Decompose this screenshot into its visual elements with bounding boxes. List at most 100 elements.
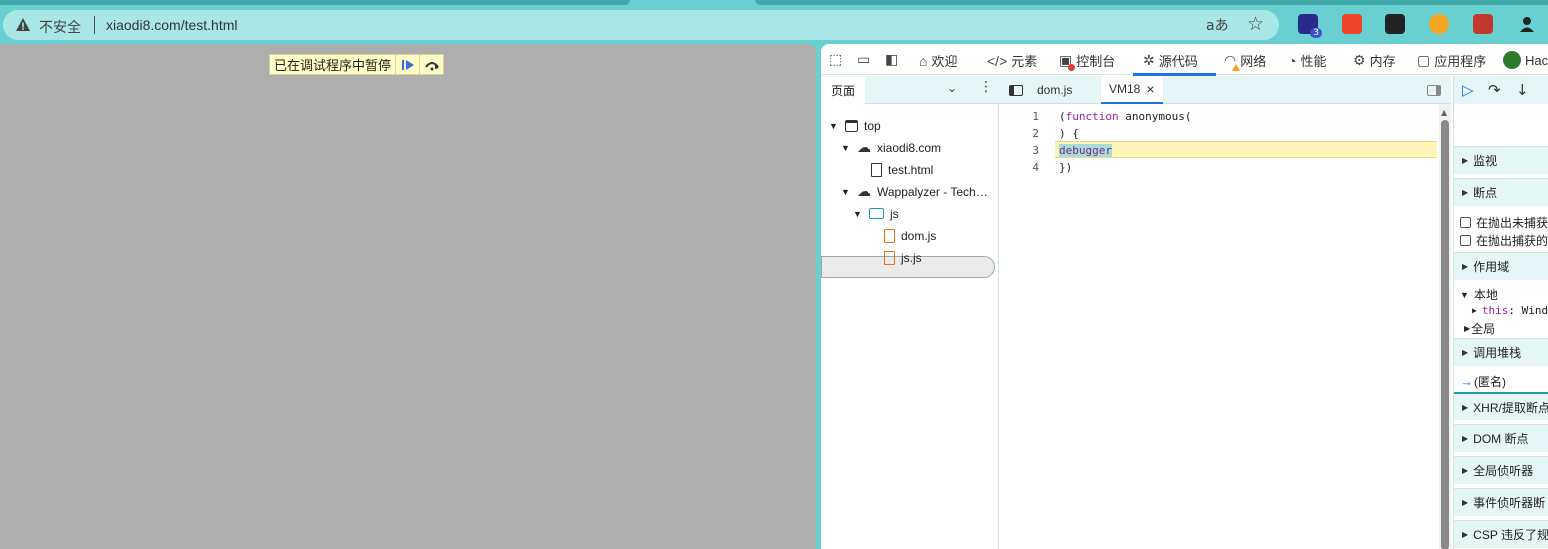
wifi-icon: ◠: [1224, 52, 1241, 71]
tab-performance[interactable]: ◔ 性能: [1288, 51, 1326, 70]
expand-triangle-icon[interactable]: ▼: [841, 143, 851, 153]
editor-tab-vm18[interactable]: VM18 ×: [1101, 76, 1163, 104]
scope-this[interactable]: ▶ this: Wind: [1472, 304, 1548, 317]
section-label: CSP 违反了规: [1473, 528, 1548, 542]
tab-label: 网络: [1240, 54, 1267, 69]
expand-triangle-icon[interactable]: ▼: [841, 187, 851, 197]
pause-caught-option[interactable]: 在抛出捕获的: [1460, 232, 1548, 249]
url-text[interactable]: xiaodi8.com/test.html: [106, 17, 238, 33]
extension-icon[interactable]: [1385, 14, 1405, 34]
tab-strip: [0, 0, 1548, 6]
section-watch[interactable]: ▶ 监视: [1454, 146, 1548, 174]
expand-triangle-icon: ▶: [1462, 188, 1469, 197]
line-number[interactable]: 3: [999, 144, 1039, 157]
tab-label: 源代码: [1158, 54, 1198, 69]
code-line: }): [1059, 161, 1073, 174]
tab-sources[interactable]: ✲ 源代码: [1143, 51, 1198, 70]
tree-label: xiaodi8.com: [877, 140, 942, 155]
extension-icon[interactable]: [1473, 14, 1493, 34]
security-label[interactable]: 不安全: [39, 17, 81, 37]
resume-icon[interactable]: ▷: [1462, 81, 1474, 99]
tab-elements[interactable]: </> 元素: [987, 51, 1037, 70]
scope-label: 全局: [1471, 322, 1496, 336]
call-frame[interactable]: → (匿名): [1460, 373, 1506, 390]
more-options-icon[interactable]: ⋮: [979, 79, 993, 95]
warning-icon[interactable]: [15, 17, 31, 33]
section-xhr-breakpoints[interactable]: ▶ XHR/提取断点: [1454, 392, 1548, 420]
code-token: (: [1059, 110, 1066, 123]
tree-item-domain[interactable]: ▼ ☁ xiaodi8.com: [841, 137, 941, 158]
editor-scrollbar[interactable]: ▲: [1439, 104, 1451, 549]
pause-uncaught-option[interactable]: 在抛出未捕获: [1460, 214, 1548, 231]
section-label: XHR/提取断点: [1473, 400, 1548, 415]
tree-item-file[interactable]: test.html: [871, 159, 933, 180]
device-toolbar-icon[interactable]: ▭: [857, 51, 870, 68]
tab-application[interactable]: ▢ 应用程序: [1417, 51, 1486, 70]
inspect-element-icon[interactable]: ⬚: [829, 51, 842, 68]
tree-item-file[interactable]: dom.js: [884, 225, 936, 246]
address-divider: [94, 16, 95, 34]
section-label: 事件侦听器断: [1473, 496, 1546, 510]
extension-icon[interactable]: [1342, 14, 1362, 34]
section-label: 调用堆栈: [1473, 346, 1522, 360]
toggle-navigator-icon[interactable]: [1001, 76, 1031, 104]
scroll-up-icon[interactable]: ▲: [1441, 108, 1447, 117]
tree-item-extension[interactable]: ▼ ☁ Wappalyzer - Tech…: [841, 181, 988, 202]
tab-extension[interactable]: Hac: [1503, 51, 1548, 69]
step-over-icon[interactable]: ↷: [1488, 81, 1501, 99]
arrow-right-icon: →: [1460, 374, 1473, 389]
step-over-button[interactable]: [419, 55, 443, 74]
checkbox[interactable]: [1460, 217, 1471, 228]
tab-welcome[interactable]: ⌂ 欢迎: [919, 51, 957, 70]
checkbox[interactable]: [1460, 235, 1471, 246]
profile-icon[interactable]: [1517, 14, 1537, 34]
section-call-stack[interactable]: ▶ 调用堆栈: [1454, 338, 1548, 366]
scope-local[interactable]: ▼ 本地: [1460, 286, 1498, 303]
toggle-debugger-icon[interactable]: [1419, 76, 1449, 104]
expand-triangle-icon[interactable]: ▼: [829, 121, 839, 131]
page-viewport: [0, 44, 816, 549]
section-csp-violations[interactable]: ▶ CSP 违反了规: [1454, 520, 1548, 548]
read-aloud-icon[interactable]: aあ: [1206, 15, 1229, 35]
tab-strip-left: [0, 0, 630, 5]
line-number[interactable]: 1: [999, 110, 1039, 123]
section-global-listeners[interactable]: ▶ 全局侦听器: [1454, 456, 1548, 484]
tree-item-file[interactable]: js.js: [884, 247, 922, 268]
scope-global[interactable]: ▶ 全局: [1464, 320, 1495, 337]
frame-icon: [845, 119, 858, 132]
tab-memory[interactable]: ⚙ 内存: [1353, 51, 1396, 70]
address-bar[interactable]: 不安全 xiaodi8.com/test.html aあ ☆: [3, 10, 1279, 40]
scrollbar-thumb[interactable]: [1441, 120, 1449, 549]
line-number[interactable]: 4: [999, 161, 1039, 174]
code-area[interactable]: (function anonymous( ) { debugger }): [1055, 104, 1439, 549]
tree-item-folder[interactable]: ▼ js: [853, 203, 899, 224]
code-line: (function anonymous(: [1059, 110, 1191, 123]
tab-label: 控制台: [1076, 54, 1116, 69]
tab-label: Hac: [1525, 52, 1548, 68]
editor-tab-dom-js[interactable]: dom.js: [1029, 76, 1080, 104]
tab-console[interactable]: ▣ 控制台: [1059, 51, 1116, 71]
tab-label: 欢迎: [931, 54, 958, 69]
chevron-down-icon[interactable]: ⌄: [947, 81, 957, 95]
extension-icon[interactable]: 3: [1298, 14, 1322, 38]
extension-icon[interactable]: [1429, 14, 1449, 34]
expand-triangle-icon: ▶: [1462, 156, 1469, 165]
expand-triangle-icon: ▶: [1462, 262, 1469, 271]
tab-network[interactable]: ◠ 网络: [1224, 51, 1267, 71]
expand-triangle-icon: ▶: [1464, 324, 1471, 333]
resume-button[interactable]: [395, 55, 419, 74]
favorite-star-icon[interactable]: ☆: [1247, 13, 1264, 35]
tab-page[interactable]: 页面: [821, 77, 865, 104]
expand-triangle-icon[interactable]: ▼: [853, 209, 863, 219]
step-into-icon[interactable]: ↓: [1516, 81, 1529, 99]
section-scope[interactable]: ▶ 作用域: [1454, 252, 1548, 280]
section-breakpoints[interactable]: ▶ 断点: [1454, 178, 1548, 206]
section-event-listener-breakpoints[interactable]: ▶ 事件侦听器断: [1454, 488, 1548, 516]
tree-item-top[interactable]: ▼ top: [829, 115, 881, 136]
close-icon[interactable]: ×: [1146, 81, 1154, 97]
dock-side-icon[interactable]: ◧: [885, 51, 898, 68]
devtools-panel: ⬚ ▭ ◧ ⌂ 欢迎 </> 元素 ▣ 控制台 ✲ 源代码 ◠ 网络 ◔ 性能 ⚙ 内存 ▢ 应…: [821, 44, 1548, 549]
section-dom-breakpoints[interactable]: ▶ DOM 断点: [1454, 424, 1548, 452]
section-label: 全局侦听器: [1473, 464, 1534, 478]
line-number[interactable]: 2: [999, 127, 1039, 140]
